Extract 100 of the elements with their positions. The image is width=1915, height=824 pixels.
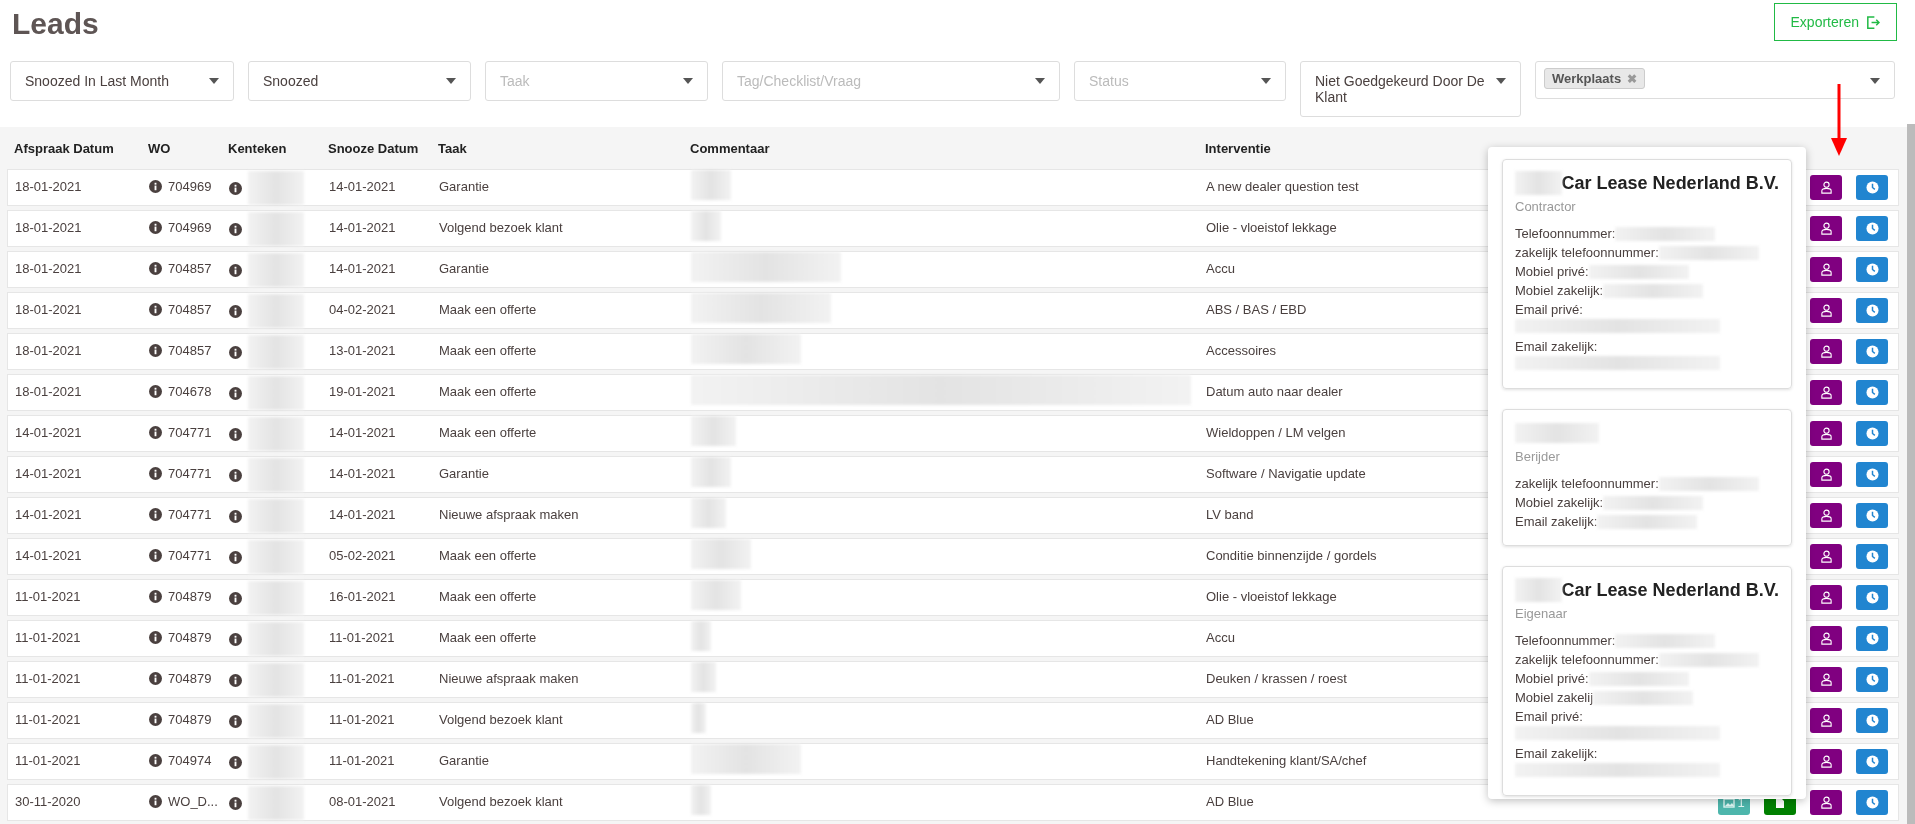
info-icon[interactable] [149, 303, 162, 316]
info-icon[interactable] [149, 262, 162, 275]
dropdown-caret-icon [1261, 78, 1271, 84]
info-icon[interactable] [149, 754, 162, 767]
info-icon[interactable] [149, 549, 162, 562]
info-icon[interactable] [149, 344, 162, 357]
info-icon[interactable] [149, 221, 162, 234]
snooze-button[interactable] [1856, 790, 1888, 815]
contact-button[interactable] [1810, 708, 1842, 733]
table-cell: 704771 [168, 466, 212, 481]
clock-icon [1865, 181, 1879, 194]
contact-name: Car Lease Nederland B.V. [1561, 172, 1779, 194]
table-cell: Nieuwe afspraak maken [439, 507, 579, 522]
contact-button[interactable] [1810, 339, 1842, 364]
table-cell: Wieldoppen / LM velgen [1206, 425, 1346, 440]
snooze-button[interactable] [1856, 421, 1888, 446]
contact-button[interactable] [1810, 503, 1842, 528]
contact-field-label: zakelijk telefoonnummer: [1515, 475, 1659, 493]
contact-button[interactable] [1810, 216, 1842, 241]
snooze-button[interactable] [1856, 503, 1888, 528]
info-icon[interactable] [229, 427, 242, 441]
info-icon[interactable] [149, 631, 162, 644]
filter-dropdown[interactable]: Status [1074, 61, 1286, 101]
user-icon [1819, 386, 1833, 399]
scrollbar[interactable] [1907, 124, 1915, 824]
info-icon[interactable] [229, 468, 242, 482]
filter-dropdown[interactable]: Snoozed In Last Month [10, 61, 234, 101]
tag-select[interactable]: Werkplaats ✖ [1535, 61, 1895, 99]
info-icon[interactable] [229, 222, 242, 236]
filter-dropdown[interactable]: Tag/Checklist/Vraag [722, 61, 1060, 101]
contact-field-label: Mobiel privé: [1515, 263, 1589, 281]
user-icon [1819, 591, 1833, 604]
redacted-blur [248, 212, 304, 246]
contact-button[interactable] [1810, 175, 1842, 200]
snooze-button[interactable] [1856, 339, 1888, 364]
table-cell: 704879 [168, 589, 212, 604]
info-icon[interactable] [149, 795, 162, 808]
info-icon[interactable] [229, 550, 242, 564]
info-icon[interactable] [149, 508, 162, 521]
snooze-button[interactable] [1856, 749, 1888, 774]
info-icon[interactable] [229, 796, 242, 810]
info-icon[interactable] [149, 180, 162, 193]
remove-tag-icon[interactable]: ✖ [1627, 71, 1638, 86]
contact-button[interactable] [1810, 749, 1842, 774]
table-cell: Datum auto naar dealer [1206, 384, 1343, 399]
info-icon[interactable] [149, 467, 162, 480]
info-icon[interactable] [149, 385, 162, 398]
snooze-button[interactable] [1856, 298, 1888, 323]
user-icon [1819, 509, 1833, 522]
clock-icon [1865, 673, 1879, 686]
info-icon[interactable] [229, 591, 242, 605]
contact-button[interactable] [1810, 257, 1842, 282]
table-cell: 704879 [168, 671, 212, 686]
table-cell: Handtekening klant/SA/chef [1206, 753, 1367, 768]
info-icon[interactable] [229, 181, 242, 195]
table-cell: 04-02-2021 [329, 302, 396, 317]
contact-button[interactable] [1810, 585, 1842, 610]
snooze-button[interactable] [1856, 380, 1888, 405]
table-cell: 704857 [168, 302, 212, 317]
redacted-blur [248, 376, 304, 410]
redacted-blur [691, 539, 751, 569]
info-icon[interactable] [149, 590, 162, 603]
redacted-blur [691, 785, 711, 815]
export-button[interactable]: Exporteren [1773, 3, 1897, 41]
info-icon[interactable] [229, 509, 242, 523]
snooze-button[interactable] [1856, 462, 1888, 487]
info-icon[interactable] [229, 263, 242, 277]
snooze-button[interactable] [1856, 544, 1888, 569]
redacted-blur [248, 622, 304, 656]
info-icon[interactable] [229, 632, 242, 646]
info-icon[interactable] [149, 426, 162, 439]
info-icon[interactable] [229, 345, 242, 359]
snooze-button[interactable] [1856, 257, 1888, 282]
info-icon[interactable] [229, 304, 242, 318]
column-header: Snooze Datum [328, 140, 419, 156]
info-icon[interactable] [229, 714, 242, 728]
snooze-button[interactable] [1856, 585, 1888, 610]
table-cell: Garantie [439, 753, 489, 768]
info-icon[interactable] [149, 672, 162, 685]
info-icon[interactable] [229, 386, 242, 400]
contact-button[interactable] [1810, 380, 1842, 405]
info-icon[interactable] [229, 755, 242, 769]
contact-button[interactable] [1810, 790, 1842, 815]
snooze-button[interactable] [1856, 708, 1888, 733]
filter-dropdown[interactable]: Snoozed [248, 61, 471, 101]
snooze-button[interactable] [1856, 216, 1888, 241]
user-icon [1819, 550, 1833, 563]
snooze-button[interactable] [1856, 175, 1888, 200]
filter-dropdown[interactable]: Taak [485, 61, 708, 101]
filter-dropdown[interactable]: Niet Goedgekeurd Door De Klant [1300, 61, 1521, 117]
contact-button[interactable] [1810, 298, 1842, 323]
contact-button[interactable] [1810, 626, 1842, 651]
contact-button[interactable] [1810, 462, 1842, 487]
snooze-button[interactable] [1856, 667, 1888, 692]
info-icon[interactable] [229, 673, 242, 687]
info-icon[interactable] [149, 713, 162, 726]
contact-button[interactable] [1810, 544, 1842, 569]
contact-button[interactable] [1810, 667, 1842, 692]
contact-button[interactable] [1810, 421, 1842, 446]
snooze-button[interactable] [1856, 626, 1888, 651]
